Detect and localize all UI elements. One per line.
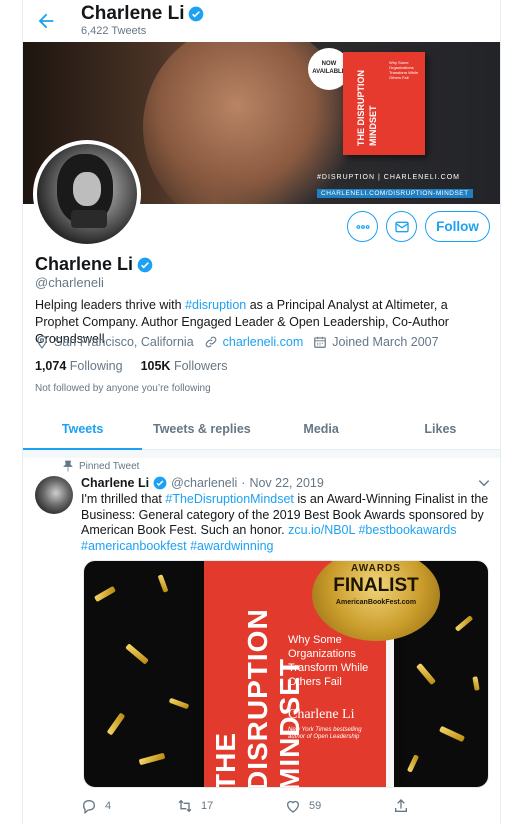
profile-column: Charlene Li 6,422 Tweets NOW AVAILABLE T… (22, 0, 501, 824)
banner-caption: #DISRUPTION | CHARLENELI.COM (317, 174, 461, 181)
confetti (168, 697, 190, 710)
tab-likes[interactable]: Likes (381, 408, 500, 449)
retweet-count: 17 (201, 800, 214, 812)
more-dots-icon (355, 224, 370, 229)
tweet-link[interactable]: zcu.io/NB0L (288, 523, 355, 537)
chevron-down-icon[interactable] (477, 478, 491, 488)
website-item[interactable]: charleneli.com (204, 335, 304, 349)
seal-awards-text: AWARDS (351, 563, 401, 574)
profile-name: Charlene Li (35, 254, 153, 275)
confetti (406, 754, 420, 773)
not-followed-note: Not followed by anyone you’re following (35, 383, 211, 394)
followers-label: Followers (173, 359, 228, 373)
like-button[interactable]: 59 (285, 798, 393, 814)
confetti (157, 574, 169, 593)
reply-count: 4 (105, 800, 112, 812)
tweet-actions: 4 17 59 (81, 796, 461, 816)
tweet-media-image[interactable]: THE DISRUPTION MINDSET Why Some Organiza… (83, 560, 489, 788)
calendar-icon (314, 336, 327, 348)
media-book-author: Charlene Li (288, 707, 355, 722)
retweet-button[interactable]: 17 (177, 798, 285, 814)
confetti (106, 712, 126, 736)
tweet-text: I'm thrilled that #TheDisruptionMindset … (81, 492, 493, 554)
tweet-hashtag-americanbookfest[interactable]: #americanbookfest (81, 539, 187, 553)
website-link[interactable]: charleneli.com (223, 335, 304, 349)
banner-book-title: THE DISRUPTION MINDSET (356, 69, 378, 146)
tweet-text-1: I'm thrilled that (81, 492, 166, 506)
bio-hashtag-link[interactable]: #disruption (185, 298, 246, 312)
share-button[interactable] (393, 798, 409, 814)
arrow-left-icon[interactable] (35, 10, 57, 32)
profile-tabs: Tweets Tweets & replies Media Likes (23, 408, 500, 450)
message-button[interactable] (386, 211, 417, 242)
profile-handle: @charleneli (35, 275, 104, 290)
seal-site-text: AmericanBookFest.com (335, 599, 417, 606)
follow-stats: 1,074 Following 105K Followers (35, 359, 227, 373)
retweet-icon (178, 799, 192, 813)
share-icon (395, 799, 407, 812)
profile-avatar[interactable] (33, 140, 141, 248)
avatar-face (73, 172, 101, 206)
pinned-text: Pinned Tweet (79, 460, 140, 472)
media-book-title: THE DISRUPTION MINDSET (210, 608, 305, 788)
reply-button[interactable]: 4 (81, 798, 177, 814)
banner-book-cover: THE DISRUPTION MINDSET Why Some Organiza… (343, 52, 425, 155)
tweet-hashtag-disruption[interactable]: #TheDisruptionMindset (165, 492, 294, 506)
following-stat[interactable]: 1,074 Following (35, 359, 123, 373)
followers-count: 105K (140, 359, 171, 373)
top-bar: Charlene Li 6,422 Tweets (23, 0, 500, 42)
like-count: 59 (309, 800, 322, 812)
following-count: 1,074 (35, 359, 67, 373)
profile-meta: San Francisco, California charleneli.com… (35, 334, 449, 350)
seal-finalist-text: FINALIST (333, 575, 419, 596)
media-book-subtitle: Why Some Organizations Transform While O… (288, 634, 369, 688)
header-name: Charlene Li (81, 3, 204, 25)
confetti (472, 676, 480, 691)
tweet-separator: · (241, 476, 246, 490)
link-icon (205, 336, 216, 348)
tweet-count: 6,422 Tweets (81, 25, 147, 37)
profile-name-text: Charlene Li (35, 254, 134, 274)
confetti (438, 725, 466, 743)
pin-icon (63, 460, 73, 472)
verified-badge-icon (153, 476, 167, 490)
tweet-hashtag-awardwinning[interactable]: #awardwinning (190, 539, 273, 553)
followers-stat[interactable]: 105K Followers (141, 359, 228, 373)
tabs-divider (23, 450, 500, 458)
location-item: San Francisco, California (35, 335, 194, 349)
bio-text-start: Helping leaders thrive with (35, 298, 186, 312)
reply-icon (82, 799, 96, 814)
banner-book-subtitle: Why Some Organizations Transform While O… (389, 60, 419, 80)
heart-icon (287, 800, 299, 813)
header-name-text: Charlene Li (81, 3, 185, 24)
tweet-avatar[interactable] (35, 476, 73, 514)
joined-item: Joined March 2007 (313, 335, 439, 349)
tab-tweets[interactable]: Tweets (23, 408, 143, 450)
tweet-header: Charlene Li @charleneli · Nov 22, 2019 (81, 476, 324, 490)
location-text: San Francisco, California (54, 335, 194, 349)
media-book-author-note: New York Times bestselling author of Ope… (288, 727, 362, 740)
location-pin-icon (37, 335, 47, 349)
more-button[interactable] (347, 211, 378, 242)
tweet-date[interactable]: Nov 22, 2019 (249, 476, 323, 490)
verified-badge-icon (137, 257, 153, 272)
banner-link: CHARLENELI.COM/DISRUPTION-MINDSET (317, 189, 473, 198)
tab-tweets-replies[interactable]: Tweets & replies (142, 408, 261, 449)
envelope-icon (394, 221, 409, 232)
confetti (138, 752, 166, 766)
tweet-author-name[interactable]: Charlene Li (81, 476, 149, 490)
confetti (415, 662, 437, 686)
pinned-label: Pinned Tweet (63, 460, 139, 472)
confetti (454, 615, 474, 632)
tweet-hashtag-bestbookawards[interactable]: #bestbookawards (358, 523, 456, 537)
joined-text: Joined March 2007 (332, 335, 439, 349)
confetti (125, 643, 149, 665)
tab-media[interactable]: Media (262, 408, 381, 449)
verified-badge-icon (189, 6, 204, 22)
tweet-author-handle[interactable]: @charleneli (171, 476, 237, 490)
following-label: Following (69, 359, 123, 373)
follow-button[interactable]: Follow (425, 211, 490, 242)
avatar-camera (71, 210, 107, 228)
confetti (93, 585, 117, 603)
